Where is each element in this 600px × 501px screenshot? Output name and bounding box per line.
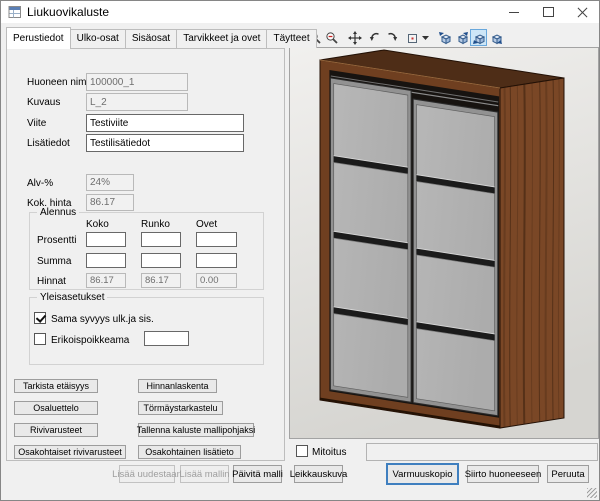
maximize-icon xyxy=(543,7,554,17)
erikoispoikkeama-checkbox[interactable] xyxy=(34,333,46,345)
huoneen-nimi-field xyxy=(86,73,188,91)
prosentti-ovet-field[interactable] xyxy=(196,232,237,247)
rotate-right-icon[interactable] xyxy=(383,29,400,46)
erikoispoikkeama-label: Erikoispoikkeama xyxy=(51,335,129,346)
sama-syvyys-label: Sama syvyys ulk.ja sis. xyxy=(51,314,154,325)
tab-taytteet[interactable]: Täytteet xyxy=(266,29,316,48)
kuvaus-field xyxy=(86,93,188,111)
huoneen-nimi-label: Huoneen nimi xyxy=(27,77,89,88)
kok-hinta-field xyxy=(86,194,134,211)
close-button[interactable] xyxy=(565,1,599,23)
alv-label: Alv-% xyxy=(27,178,53,189)
tallenna-mallipohjaksi-button[interactable]: Tallenna kaluste mallipohjaksi xyxy=(138,423,254,437)
sama-syvyys-checkbox[interactable] xyxy=(34,312,46,324)
paivita-malli-button[interactable]: Päivitä malli xyxy=(233,465,282,483)
peruuta-button[interactable]: Peruuta xyxy=(547,465,589,483)
rotate-left-icon[interactable] xyxy=(366,29,383,46)
osakohtainen-lisatieto-button[interactable]: Osakohtainen lisätieto xyxy=(138,445,241,459)
resize-grip-icon[interactable] xyxy=(587,488,597,498)
hinnanlaskenta-button[interactable]: Hinnanlaskenta xyxy=(138,379,217,393)
lisaa-mallin-button: Lisää mallin xyxy=(180,465,229,483)
lisatiedot-label: Lisätiedot xyxy=(27,138,70,149)
rivivarusteet-button[interactable]: Rivivarusteet xyxy=(14,423,98,437)
mitoitus-label: Mitoitus xyxy=(312,447,346,458)
minimize-button[interactable] xyxy=(497,1,531,23)
siirto-huoneeseen-button[interactable]: Siirto huoneeseen xyxy=(467,465,539,483)
osaluettelo-button[interactable]: Osaluettelo xyxy=(14,401,98,415)
lisaa-uudestaan-button: Lisää uudestaan xyxy=(119,465,175,483)
summa-runko-field[interactable] xyxy=(141,253,181,268)
summa-koko-field[interactable] xyxy=(86,253,126,268)
view-preset-icon[interactable] xyxy=(403,29,420,46)
furniture-preview-render xyxy=(290,48,598,438)
view-iso-2-icon[interactable] xyxy=(453,29,470,46)
leikkauskuva-button[interactable]: Leikkauskuva xyxy=(294,465,343,483)
zoom-out-icon[interactable] xyxy=(323,29,340,46)
mitoitus-checkbox[interactable] xyxy=(296,445,308,457)
alennus-col-koko: Koko xyxy=(86,219,109,230)
viite-label: Viite xyxy=(27,118,46,129)
close-icon xyxy=(577,7,588,18)
minimize-icon xyxy=(509,12,519,13)
window-title: Liukuovikaluste xyxy=(27,5,109,19)
prosentti-runko-field[interactable] xyxy=(141,232,181,247)
hinnat-koko-field xyxy=(86,273,126,288)
titlebar: Liukuovikaluste xyxy=(1,1,599,23)
maximize-button[interactable] xyxy=(531,1,565,23)
alv-field xyxy=(86,174,134,191)
viite-field[interactable] xyxy=(86,114,244,132)
tarkista-etaisyys-button[interactable]: Tarkista etäisyys xyxy=(14,379,98,393)
varmuuskopio-button[interactable]: Varmuuskopio xyxy=(387,464,458,484)
app-icon xyxy=(8,5,22,19)
summa-ovet-field[interactable] xyxy=(196,253,237,268)
mitoitus-panel xyxy=(366,443,598,461)
tab-perustiedot[interactable]: Perustiedot xyxy=(6,27,71,49)
alennus-group-title: Alennus xyxy=(37,207,79,218)
view-iso-1-icon[interactable] xyxy=(436,29,453,46)
hinnat-runko-field xyxy=(141,273,181,288)
view-iso-4-icon[interactable] xyxy=(487,29,504,46)
dialog-window: Liukuovikaluste Perustiedot Ulko-osat Si… xyxy=(0,0,600,501)
alennus-col-runko: Runko xyxy=(141,219,170,230)
tormaystarkastelu-button[interactable]: Törmäystarkastelu xyxy=(138,401,223,415)
tab-sisaosat[interactable]: Sisäosat xyxy=(125,29,177,48)
furniture-3d-preview[interactable] xyxy=(289,47,599,439)
tab-tarvikkeet-ja-ovet[interactable]: Tarvikkeet ja ovet xyxy=(176,29,267,48)
tab-ulko-osat[interactable]: Ulko-osat xyxy=(70,29,126,48)
tab-strip: Perustiedot Ulko-osat Sisäosat Tarvikkee… xyxy=(6,27,316,49)
erikoispoikkeama-field[interactable] xyxy=(144,331,189,346)
hinnat-label: Hinnat xyxy=(37,276,66,287)
lisatiedot-field[interactable] xyxy=(86,134,244,152)
prosentti-koko-field[interactable] xyxy=(86,232,126,247)
pan-icon[interactable] xyxy=(346,29,363,46)
preview-toolbar xyxy=(289,28,504,47)
osakohtaiset-rivivarusteet-button[interactable]: Osakohtaiset rivivarusteet xyxy=(14,445,126,459)
hinnat-ovet-field xyxy=(196,273,237,288)
view-preset-dropdown-caret-icon[interactable] xyxy=(420,29,430,46)
yleisasetukset-group-title: Yleisasetukset xyxy=(37,292,107,303)
status-bar xyxy=(1,485,599,500)
summa-label: Summa xyxy=(37,256,71,267)
view-iso-3-icon[interactable] xyxy=(470,29,487,46)
kuvaus-label: Kuvaus xyxy=(27,97,60,108)
prosentti-label: Prosentti xyxy=(37,235,76,246)
alennus-col-ovet: Ovet xyxy=(196,219,217,230)
